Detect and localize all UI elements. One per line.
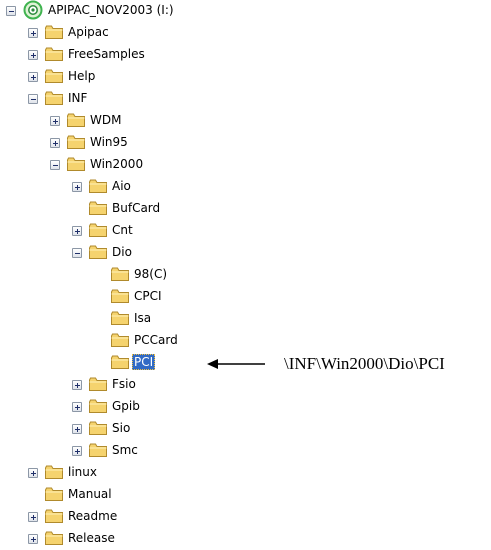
folder-icon [66,112,86,128]
expand-toggle[interactable] [72,402,82,412]
expand-toggle[interactable] [50,116,60,126]
folder-icon [66,156,86,172]
tree-item-smc[interactable]: Smc [0,440,220,462]
folder-icon [88,178,108,194]
tree-item-label: Fsio [112,377,136,391]
folder-icon [66,134,86,150]
expand-toggle[interactable] [72,380,82,390]
expand-toggle[interactable] [72,446,82,456]
folder-icon [88,244,108,260]
tree-item-label: WDM [90,113,122,127]
folder-icon [88,376,108,392]
tree-item-label: Win2000 [90,157,144,171]
folder-icon [44,90,64,106]
expand-toggle[interactable] [28,28,38,38]
tree-item-label: FreeSamples [68,47,145,61]
tree-item-label: Smc [112,443,138,457]
expand-toggle[interactable] [28,72,38,82]
expand-toggle[interactable] [72,226,82,236]
tree-item-apipac[interactable]: Apipac [0,22,220,44]
tree-item-label: Cnt [112,223,133,237]
folder-icon [88,200,108,216]
expand-toggle[interactable] [72,424,82,434]
tree-item-win95[interactable]: Win95 [0,132,220,154]
folder-icon [110,266,130,282]
folder-icon [88,442,108,458]
folder-icon [44,530,64,546]
tree-item-label: Release [68,531,115,545]
collapse-toggle[interactable] [50,160,60,170]
folder-icon [110,354,130,370]
tree-item-pci[interactable]: PCI [0,352,220,374]
tree-item-dio[interactable]: Dio [0,242,220,264]
tree-item-freesamples[interactable]: FreeSamples [0,44,220,66]
tree-item-readme[interactable]: Readme [0,506,220,528]
tree-item-label: 98(C) [134,267,168,281]
tree-item-sio[interactable]: Sio [0,418,220,440]
collapse-toggle[interactable] [28,94,38,104]
tree-item-label: INF [68,91,88,105]
folder-icon [110,332,130,348]
tree-item-manual[interactable]: Manual [0,484,220,506]
tree-item-bufcard[interactable]: BufCard [0,198,220,220]
tree-item-help[interactable]: Help [0,66,220,88]
folder-icon [44,68,64,84]
tree-item-gpib[interactable]: Gpib [0,396,220,418]
tree-item-label: PCCard [134,333,178,347]
cd-drive-icon [23,0,43,20]
tree-item-label: Isa [134,311,152,325]
tree-root[interactable]: APIPAC_NOV2003 (I:) [0,0,174,22]
tree-item-isa[interactable]: Isa [0,308,220,330]
folder-icon [44,486,64,502]
expand-toggle[interactable] [28,50,38,60]
collapse-toggle[interactable] [6,6,16,16]
tree-item-label: linux [68,465,97,479]
expand-toggle[interactable] [72,182,82,192]
tree-item-aio[interactable]: Aio [0,176,220,198]
tree-item-label: Sio [112,421,131,435]
tree-item-label: Apipac [68,25,109,39]
expand-toggle[interactable] [28,468,38,478]
tree-item-fsio[interactable]: Fsio [0,374,220,396]
tree-item-label: Gpib [112,399,140,413]
folder-icon [88,420,108,436]
tree-item-inf[interactable]: INF [0,88,220,110]
folder-icon [88,398,108,414]
tree-item-label: BufCard [112,201,161,215]
tree-item-label: Manual [68,487,112,501]
tree-item-win2000[interactable]: Win2000 [0,154,220,176]
folder-icon [44,508,64,524]
folder-icon [110,310,130,326]
tree-item-label: Dio [112,245,132,259]
path-annotation: \INF\Win2000\Dio\PCI [284,354,445,373]
tree-item-label: CPCI [134,289,162,303]
collapse-toggle[interactable] [72,248,82,258]
tree-item-label: PCI [132,354,156,370]
tree-item-label: Win95 [90,135,128,149]
left-arrow-icon [207,359,265,369]
tree-item-wdm[interactable]: WDM [0,110,220,132]
tree-item-cnt[interactable]: Cnt [0,220,220,242]
folder-icon [44,24,64,40]
folder-icon [44,46,64,62]
tree-item-linux[interactable]: linux [0,462,220,484]
expand-toggle[interactable] [50,138,60,148]
expand-toggle[interactable] [28,534,38,544]
folder-icon [88,222,108,238]
tree-item-cpci[interactable]: CPCI [0,286,220,308]
tree-item-label: Help [68,69,96,83]
tree-item-label: Readme [68,509,118,523]
tree-root-label: APIPAC_NOV2003 (I:) [48,3,174,17]
tree-item-98c[interactable]: 98(C) [0,264,220,286]
tree-item-label: Aio [112,179,131,193]
tree-item-pccard[interactable]: PCCard [0,330,220,352]
folder-icon [44,464,64,480]
expand-toggle[interactable] [28,512,38,522]
folder-icon [110,288,130,304]
